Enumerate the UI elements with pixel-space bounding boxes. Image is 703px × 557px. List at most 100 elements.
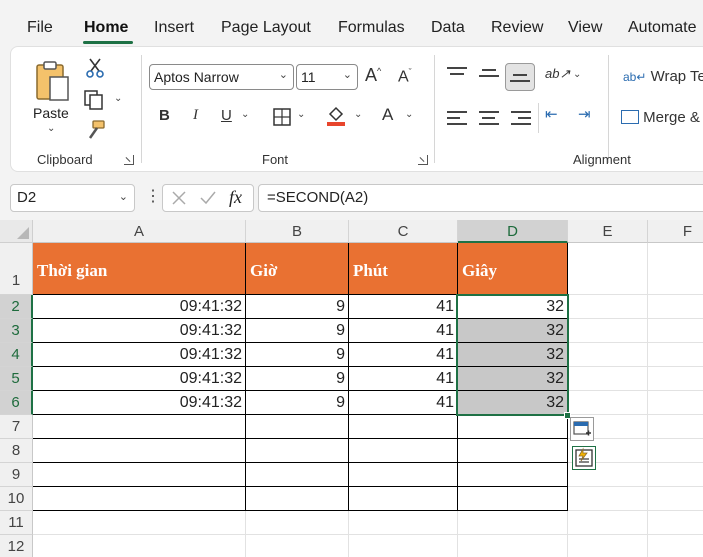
clipboard-launcher-icon[interactable] [124, 155, 134, 165]
formula-input[interactable]: =SECOND(A2) [258, 184, 703, 212]
name-box[interactable]: D2 ⌄ [10, 184, 135, 212]
column-header-c[interactable]: C [349, 220, 458, 243]
orientation-button[interactable]: ab↗ [545, 66, 570, 82]
align-right-icon[interactable] [511, 111, 531, 129]
cell-b3[interactable]: 9 [246, 319, 349, 343]
cell-d7[interactable] [458, 415, 568, 439]
underline-button[interactable]: U [221, 107, 232, 124]
font-color-chevron-icon[interactable]: ⌄ [405, 109, 413, 120]
cell-d3[interactable]: 32 [458, 319, 568, 343]
cell-a10[interactable] [33, 487, 246, 511]
increase-indent-icon[interactable]: ⇥ [578, 105, 591, 123]
cell-a2[interactable]: 09:41:32 [33, 295, 246, 319]
cell-e4[interactable] [568, 343, 648, 367]
row-header-11[interactable]: 11 [0, 511, 33, 535]
cell-b11[interactable] [246, 511, 349, 535]
cell-b12[interactable] [246, 535, 349, 557]
paste-button[interactable]: Paste ⌄ [29, 57, 75, 139]
copy-chevron-icon[interactable]: ⌄ [114, 93, 122, 104]
tab-data[interactable]: Data [431, 19, 465, 37]
cancel-icon[interactable] [171, 190, 187, 206]
cell-c10[interactable] [349, 487, 458, 511]
tab-file[interactable]: File [27, 19, 53, 37]
cell-f4[interactable] [648, 343, 703, 367]
more-options-icon[interactable]: ⋮ [145, 186, 161, 206]
fill-color-icon[interactable] [325, 105, 347, 127]
auto-fill-options-button[interactable] [570, 417, 594, 441]
row-header-9[interactable]: 9 [0, 463, 33, 487]
quick-analysis-button[interactable] [572, 446, 596, 470]
cell-c7[interactable] [349, 415, 458, 439]
decrease-indent-icon[interactable]: ⇤ [545, 105, 558, 123]
align-center-icon[interactable] [479, 111, 499, 129]
row-header-8[interactable]: 8 [0, 439, 33, 463]
cell-f5[interactable] [648, 367, 703, 391]
cell-a5[interactable]: 09:41:32 [33, 367, 246, 391]
tab-home[interactable]: Home [84, 19, 128, 37]
row-header-3[interactable]: 3 [0, 319, 33, 343]
cell-a3[interactable]: 09:41:32 [33, 319, 246, 343]
align-bottom-button[interactable] [505, 63, 535, 91]
cell-e3[interactable] [568, 319, 648, 343]
row-header-2[interactable]: 2 [0, 295, 33, 319]
cell-c6[interactable]: 41 [349, 391, 458, 415]
cell-b4[interactable]: 9 [246, 343, 349, 367]
font-name-select[interactable]: Aptos Narrow ⌄ [149, 64, 294, 90]
enter-icon[interactable] [199, 190, 217, 206]
cell-f11[interactable] [648, 511, 703, 535]
cell-c4[interactable]: 41 [349, 343, 458, 367]
cell-c8[interactable] [349, 439, 458, 463]
cell-a12[interactable] [33, 535, 246, 557]
row-header-12[interactable]: 12 [0, 535, 33, 557]
cell-b2[interactable]: 9 [246, 295, 349, 319]
cell-e5[interactable] [568, 367, 648, 391]
bold-button[interactable]: B [159, 107, 170, 124]
cell-c9[interactable] [349, 463, 458, 487]
cell-f3[interactable] [648, 319, 703, 343]
cell-f12[interactable] [648, 535, 703, 557]
align-top-icon[interactable] [447, 67, 467, 79]
cell-f6[interactable] [648, 391, 703, 415]
cell-d8[interactable] [458, 439, 568, 463]
header-cell-c1[interactable]: Phút [349, 243, 458, 295]
header-cell-a1[interactable]: Thời gian [33, 243, 246, 295]
header-cell-d1[interactable]: Giây [458, 243, 568, 295]
cell-a6[interactable]: 09:41:32 [33, 391, 246, 415]
borders-chevron-icon[interactable]: ⌄ [297, 109, 305, 120]
italic-button[interactable]: I [193, 107, 198, 124]
cell-d2[interactable]: 32 [458, 295, 568, 319]
column-header-b[interactable]: B [246, 220, 349, 243]
merge-button[interactable]: Merge & [621, 109, 700, 126]
cell-e6[interactable] [568, 391, 648, 415]
cell-c2[interactable]: 41 [349, 295, 458, 319]
cell-e1[interactable] [568, 243, 648, 295]
cell-c3[interactable]: 41 [349, 319, 458, 343]
cell-e11[interactable] [568, 511, 648, 535]
tab-formulas[interactable]: Formulas [338, 19, 405, 37]
cell-d5[interactable]: 32 [458, 367, 568, 391]
column-header-f[interactable]: F [648, 220, 703, 243]
cell-b5[interactable]: 9 [246, 367, 349, 391]
tab-view[interactable]: View [568, 19, 602, 37]
cell-b9[interactable] [246, 463, 349, 487]
cell-a11[interactable] [33, 511, 246, 535]
cell-f1[interactable] [648, 243, 703, 295]
tab-automate[interactable]: Automate [628, 19, 696, 37]
cell-f2[interactable] [648, 295, 703, 319]
cell-e10[interactable] [568, 487, 648, 511]
wrap-text-button[interactable]: ab↵ Wrap Te [623, 68, 703, 85]
copy-icon[interactable] [83, 89, 105, 111]
format-painter-icon[interactable] [85, 119, 107, 141]
insert-function-icon[interactable]: fx [229, 187, 242, 208]
cell-a4[interactable]: 09:41:32 [33, 343, 246, 367]
align-middle-icon[interactable] [479, 69, 499, 81]
cell-a9[interactable] [33, 463, 246, 487]
underline-chevron-icon[interactable]: ⌄ [241, 109, 249, 120]
cell-f10[interactable] [648, 487, 703, 511]
cell-e2[interactable] [568, 295, 648, 319]
cell-a8[interactable] [33, 439, 246, 463]
cell-c12[interactable] [349, 535, 458, 557]
cell-e12[interactable] [568, 535, 648, 557]
font-size-select[interactable]: 11 ⌄ [296, 64, 358, 90]
tab-insert[interactable]: Insert [154, 19, 194, 37]
